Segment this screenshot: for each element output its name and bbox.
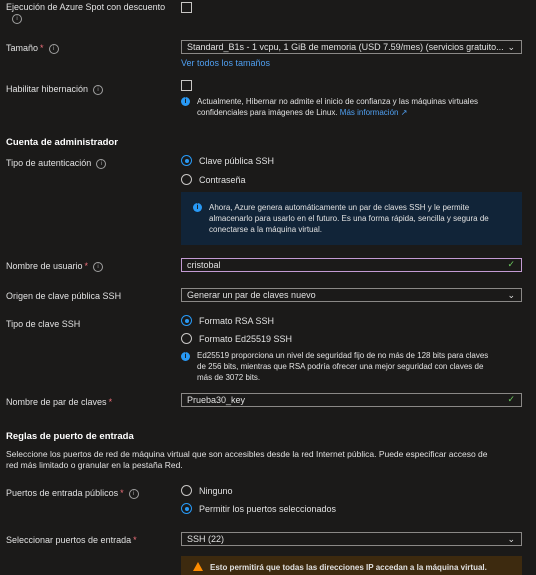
ports-none-label: Ninguno xyxy=(199,486,233,496)
ssh-banner-line2: almacenarlo para usarlo en el futuro. Es… xyxy=(209,214,489,223)
ports-allow-label: Permitir los puertos seleccionados xyxy=(199,504,337,514)
spot-checkbox[interactable] xyxy=(181,2,192,13)
username-label-text: Nombre de usuario xyxy=(6,261,83,271)
auth-ssh-label: Clave pública SSH xyxy=(199,156,275,166)
ports-section-title: Reglas de puerto de entrada xyxy=(6,431,134,442)
username-value: cristobal xyxy=(187,260,221,270)
size-label: Tamaño * i xyxy=(6,43,59,54)
required-mark: * xyxy=(108,397,113,407)
keypair-value: Prueba30_key xyxy=(187,395,246,405)
ssh-keytype-label: Tipo de clave SSH xyxy=(6,319,81,329)
hibernation-label: Habilitar hibernación i xyxy=(6,84,104,95)
public-ports-label: Puertos de entrada públicos * i xyxy=(6,488,139,499)
size-label-text: Tamaño xyxy=(6,43,39,53)
auth-password-radio[interactable] xyxy=(181,174,192,185)
required-mark: * xyxy=(84,261,89,271)
select-ports-dropdown[interactable]: SSH (22) ⌄ xyxy=(181,532,522,546)
chevron-down-icon: ⌄ xyxy=(507,534,515,544)
checkmark-icon: ✓ xyxy=(507,259,515,269)
ports-warning-text: Esto permitirá que todas las direcciones… xyxy=(210,563,487,572)
admin-section-title: Cuenta de administrador xyxy=(6,137,118,148)
hibernation-note: Actualmente, Hibernar no admite el inici… xyxy=(197,96,478,118)
ports-desc-line1: Seleccione los puertos de red de máquina… xyxy=(6,449,488,459)
hibernation-note-line2: confidenciales para imágenes de Linux. xyxy=(197,108,338,117)
ssh-banner-line3: conectarse a la máquina virtual. xyxy=(209,225,322,234)
see-all-sizes-link[interactable]: Ver todos los tamaños xyxy=(181,58,270,68)
info-icon[interactable]: i xyxy=(93,84,104,95)
keytype-ed25519-label: Formato Ed25519 SSH xyxy=(199,334,293,344)
ports-desc-line2: red más limitado o granular en la pestañ… xyxy=(6,460,183,470)
ssh-source-dropdown[interactable]: Generar un par de claves nuevo ⌄ xyxy=(181,288,522,302)
public-ports-label-text: Puertos de entrada públicos xyxy=(6,488,119,498)
required-mark: * xyxy=(133,535,137,545)
keytype-note-line2: de 256 bits, mientras que RSA podría ofr… xyxy=(197,362,484,371)
keytype-ed25519-radio[interactable] xyxy=(181,333,192,344)
auth-password-label: Contraseña xyxy=(199,175,246,185)
keypair-label-text: Nombre de par de claves xyxy=(6,397,107,407)
ports-allow-radio[interactable] xyxy=(181,503,192,514)
keytype-note-line3: más de 3072 bits. xyxy=(197,373,261,382)
info-bulb-icon: i xyxy=(181,97,190,106)
info-icon[interactable]: i xyxy=(128,488,139,499)
ports-warning-banner: Esto permitirá que todas las direcciones… xyxy=(181,556,522,575)
info-bulb-icon: i xyxy=(193,203,202,212)
size-dropdown[interactable]: Standard_B1s - 1 vcpu, 1 GiB de memoria … xyxy=(181,40,522,54)
ssh-banner-line1: Ahora, Azure genera automáticamente un p… xyxy=(209,203,470,212)
select-ports-value: SSH (22) xyxy=(187,534,225,544)
warning-icon xyxy=(193,562,203,571)
hibernation-label-text: Habilitar hibernación xyxy=(6,84,89,94)
spot-label: Ejecución de Azure Spot con descuento i xyxy=(6,2,165,24)
chevron-down-icon: ⌄ xyxy=(507,290,515,300)
keytype-rsa-radio[interactable] xyxy=(181,315,192,326)
chevron-down-icon: ⌄ xyxy=(507,42,515,52)
ssh-source-value: Generar un par de claves nuevo xyxy=(187,290,316,300)
username-input[interactable]: cristobal ✓ xyxy=(181,258,522,272)
size-value: Standard_B1s - 1 vcpu, 1 GiB de memoria … xyxy=(187,42,504,52)
info-icon[interactable]: i xyxy=(96,158,107,169)
username-label: Nombre de usuario * i xyxy=(6,261,104,272)
info-icon[interactable]: i xyxy=(93,261,104,272)
external-link-icon: ↗ xyxy=(400,108,408,117)
ssh-source-label: Origen de clave pública SSH xyxy=(6,291,122,301)
ports-none-radio[interactable] xyxy=(181,485,192,496)
ssh-info-banner: i Ahora, Azure genera automáticamente un… xyxy=(181,192,522,245)
hibernation-note-line1: Actualmente, Hibernar no admite el inici… xyxy=(197,97,479,106)
auth-type-label-text: Tipo de autenticación xyxy=(6,158,92,168)
keytype-note: Ed25519 proporciona un nivel de segurida… xyxy=(197,350,488,383)
ports-description: Seleccione los puertos de red de máquina… xyxy=(6,449,488,471)
info-bulb-icon: i xyxy=(181,352,190,361)
keypair-input[interactable]: Prueba30_key ✓ xyxy=(181,393,522,407)
more-info-link[interactable]: Más información xyxy=(340,108,399,117)
required-mark: * xyxy=(120,488,124,498)
keytype-rsa-label: Formato RSA SSH xyxy=(199,316,275,326)
checkmark-icon: ✓ xyxy=(507,394,515,404)
select-ports-label: Seleccionar puertos de entrada * xyxy=(6,535,137,545)
required-mark: * xyxy=(40,43,44,53)
info-icon[interactable]: i xyxy=(48,43,59,54)
keypair-label: Nombre de par de claves * xyxy=(6,397,112,407)
auth-ssh-radio[interactable] xyxy=(181,155,192,166)
select-ports-label-text: Seleccionar puertos de entrada xyxy=(6,535,132,545)
ssh-banner-text: Ahora, Azure genera automáticamente un p… xyxy=(209,202,489,235)
info-icon[interactable]: i xyxy=(12,13,22,24)
keytype-note-line1: Ed25519 proporciona un nivel de segurida… xyxy=(197,351,489,360)
hibernation-checkbox[interactable] xyxy=(181,80,192,91)
spot-label-text: Ejecución de Azure Spot con descuento xyxy=(6,2,166,12)
auth-type-label: Tipo de autenticación i xyxy=(6,158,107,169)
